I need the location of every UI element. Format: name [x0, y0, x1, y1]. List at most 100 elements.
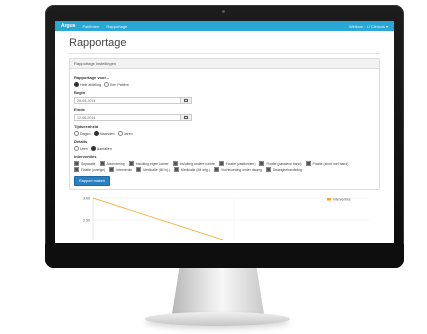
checkbox-icon [259, 161, 265, 166]
legend-swatch [327, 198, 331, 201]
report-for-label: Rapportage voor... [74, 75, 110, 80]
checkbox-label: Insluiting eigen kamer [135, 161, 169, 166]
main-content: Rapportage Rapportage instellingen Rappo… [55, 37, 394, 240]
checkbox-label: Fixatie (overige) [81, 167, 106, 172]
end-date-group: 12-06-2014 [74, 114, 192, 121]
checkbox-icon [173, 167, 179, 172]
line-chart: 3.002.502.00Interventies [83, 196, 369, 240]
intervention-checkbox[interactable]: Fixatie (short met band) [305, 161, 349, 166]
interventions-label: Interventies [74, 154, 97, 159]
intervention-checkbox[interactable]: Dwangbehandeling [265, 167, 302, 172]
checkbox-icon [74, 161, 79, 166]
end-label: Einde [74, 107, 85, 112]
camera-dot [222, 10, 225, 13]
legend-label: Interventies [333, 197, 351, 201]
screen: Argus Patiënten Rapportage Welkom · U Cl… [55, 21, 394, 243]
y-tick-label: 3.00 [83, 196, 90, 200]
checkbox-icon [305, 161, 311, 166]
navbar: Argus Patiënten Rapportage Welkom · U Cl… [55, 21, 394, 31]
intervention-checkbox[interactable]: Fixatie (overige) [74, 167, 105, 172]
radio-label: Hele afdeling [80, 82, 101, 87]
checkbox-icon [109, 167, 115, 172]
checkbox-icon [136, 167, 142, 172]
radio-icon [90, 146, 96, 151]
intervention-checkbox[interactable]: Insluiting andere ruimte [172, 161, 215, 166]
end-calendar-button[interactable] [180, 114, 192, 121]
checkbox-icon [74, 167, 79, 172]
checkbox-icon [213, 167, 219, 172]
intervention-checkbox[interactable]: Vochtvoeding onder dwang [213, 167, 262, 172]
radio-whole-ward[interactable]: Hele afdeling [74, 82, 101, 87]
checkbox-label: Fixatie (passieve band) [266, 161, 302, 166]
checkbox-icon [218, 161, 224, 166]
radio-label: Uren [80, 146, 88, 151]
series-line [92, 197, 225, 240]
time-unit-label: Tijdseenheid [74, 124, 99, 129]
checkbox-label: Medicatie (IM orig.) [180, 167, 210, 172]
monitor-base [145, 312, 290, 326]
nav-patients[interactable]: Patiënten [82, 24, 99, 29]
end-date-input[interactable]: 12-06-2014 [74, 114, 180, 121]
checkbox-icon [99, 161, 105, 166]
interventions-checklist: Separatie Afzondering Insluiting eigen kam… [74, 161, 375, 172]
checkbox-label: Dwangbehandeling [272, 167, 302, 172]
user-menu[interactable]: Welkom · U Clinicus ▾ [349, 24, 388, 29]
radio-months[interactable]: Maanden [93, 131, 115, 136]
checkbox-icon [265, 167, 271, 172]
radio-icon [103, 82, 109, 87]
radio-label: Een Patiënt [109, 82, 129, 87]
intervention-checkbox[interactable]: Fixatie (vastbinden) [218, 161, 256, 166]
checkbox-icon [128, 161, 134, 166]
begin-calendar-button[interactable] [180, 97, 192, 104]
radio-icon [74, 131, 79, 136]
radio-counts[interactable]: Aantallen [90, 146, 112, 151]
calendar-icon [184, 115, 188, 120]
time-unit-options: Dagen Maanden Jaren [74, 131, 375, 136]
intervention-checkbox[interactable]: Afzondering [99, 161, 125, 166]
begin-date-input[interactable]: 28-05-2014 [74, 97, 180, 104]
report-for-options: Hele afdeling Een Patiënt [74, 82, 375, 87]
panel-heading: Rapportage instellingen [70, 59, 379, 69]
radio-icon [74, 146, 79, 151]
radio-one-patient[interactable]: Een Patiënt [103, 82, 129, 87]
checkbox-label: Fixatie (vastbinden) [225, 161, 256, 166]
intervention-checkbox[interactable]: Medicatie (IM orig.) [173, 167, 210, 172]
radio-label: Maanden [99, 131, 115, 136]
radio-label: Jaren [123, 131, 133, 136]
radio-label: Aantallen [96, 146, 112, 151]
checkbox-label: Separatie [81, 161, 96, 166]
intervention-checkbox[interactable]: Interventie [109, 167, 132, 172]
monitor-stand [172, 268, 264, 314]
panel-body: Rapportage voor... Hele afdeling Een Pat… [70, 69, 379, 189]
details-options: Uren Aantallen [74, 146, 375, 151]
monitor-chin [45, 244, 404, 268]
intervention-checkbox[interactable]: Medicatie (IM inj.) [136, 167, 170, 172]
radio-hours[interactable]: Uren [74, 146, 88, 151]
intervention-checkbox[interactable]: Separatie [74, 161, 96, 166]
radio-label: Dagen [80, 131, 91, 136]
brand-link[interactable]: Argus [61, 23, 75, 29]
intervention-checkbox[interactable]: Fixatie (passieve band) [259, 161, 302, 166]
checkbox-label: Medicatie (IM inj.) [143, 167, 170, 172]
radio-days[interactable]: Dagen [74, 131, 91, 136]
begin-label: Begin [74, 90, 86, 95]
checkbox-label: Insluiting andere ruimte [179, 161, 215, 166]
page-title: Rapportage [69, 37, 127, 49]
monitor-frame: Argus Patiënten Rapportage Welkom · U Cl… [45, 5, 404, 268]
intervention-checkbox[interactable]: Insluiting eigen kamer [128, 161, 169, 166]
checkbox-icon [172, 161, 178, 166]
submit-report-button[interactable]: Rapport maken [74, 176, 110, 186]
chart-area: 3.002.502.00Interventies [69, 194, 380, 240]
nav-reports[interactable]: Rapportage [106, 24, 127, 29]
divider [69, 53, 380, 54]
checkbox-label: Afzondering [106, 161, 125, 166]
checkbox-label: Vochtvoeding onder dwang [220, 167, 262, 172]
radio-years[interactable]: Jaren [117, 131, 133, 136]
radio-icon [74, 82, 79, 87]
radio-icon [117, 131, 123, 136]
checkbox-label: Fixatie (short met band) [312, 161, 349, 166]
radio-icon [93, 131, 99, 136]
calendar-icon [184, 98, 188, 103]
settings-panel: Rapportage instellingen Rapportage voor.… [69, 58, 380, 190]
details-label: Details [74, 139, 88, 144]
